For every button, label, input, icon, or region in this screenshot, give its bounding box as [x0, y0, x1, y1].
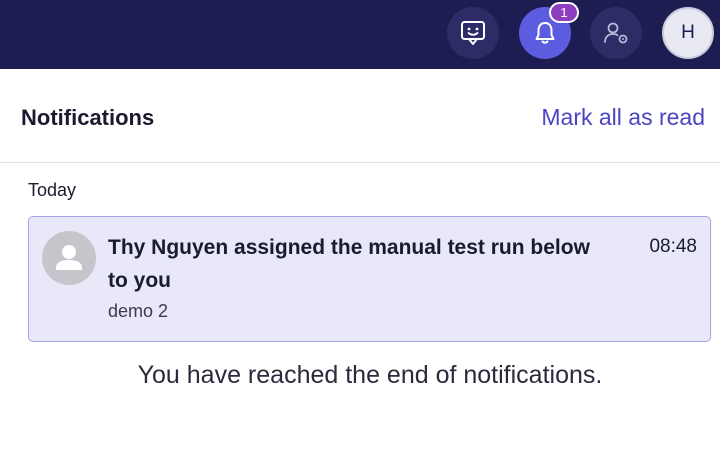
notification-item[interactable]: Thy Nguyen assigned the manual test run … [28, 216, 711, 342]
group-label-today: Today [28, 180, 77, 200]
feedback-button[interactable] [447, 7, 499, 59]
panel-title: Notifications [21, 105, 155, 130]
notification-message: Thy Nguyen assigned the manual test run … [108, 236, 590, 292]
mark-all-read-link[interactable]: Mark all as read [541, 104, 705, 131]
top-bar: 1 H [0, 0, 720, 69]
user-settings-icon [604, 22, 628, 44]
notification-time: 08:48 [649, 236, 697, 257]
end-of-notifications-text: You have reached the end of notification… [137, 361, 603, 389]
notification-subtitle: demo 2 [108, 301, 169, 321]
user-placeholder-icon [42, 231, 96, 285]
notifications-header: Notifications Mark all as read [0, 69, 720, 163]
user-avatar[interactable]: H [662, 7, 714, 59]
bell-icon [535, 22, 555, 44]
notification-count-badge: 1 [549, 2, 579, 23]
account-settings-button[interactable] [590, 7, 642, 59]
chat-smile-icon [461, 21, 485, 45]
